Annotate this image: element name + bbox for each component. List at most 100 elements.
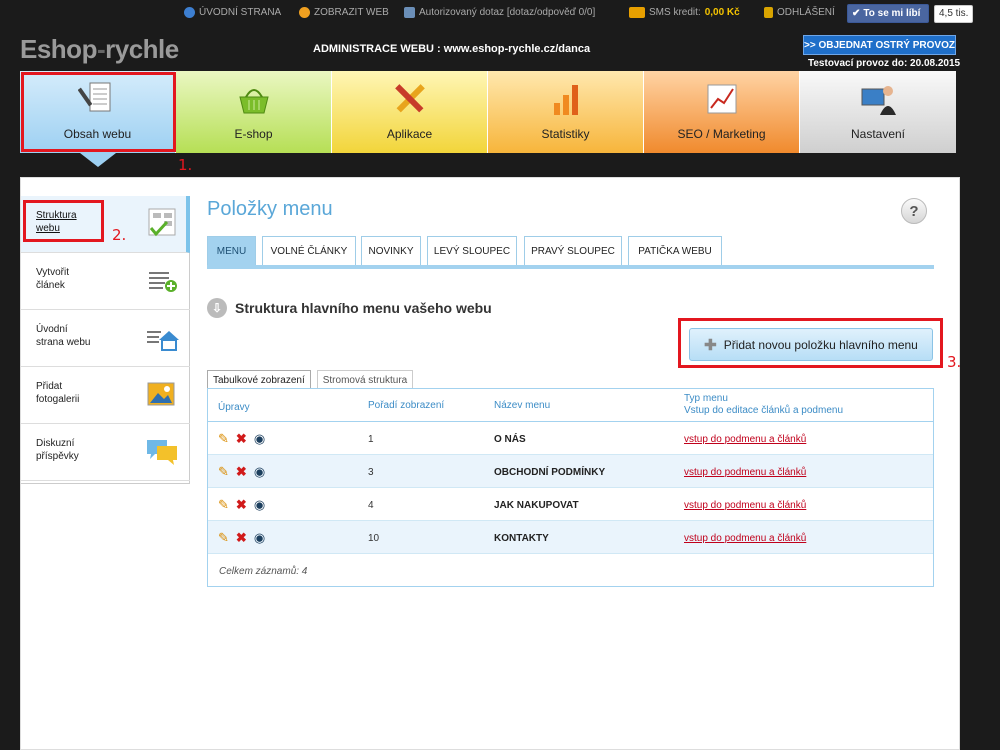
home-page-icon	[147, 331, 179, 351]
row-order: 4	[368, 500, 374, 511]
photo-gallery-icon	[147, 382, 175, 406]
annotation-box-1	[21, 72, 176, 152]
table-row: ✎ ✖ ◉ 1 O NÁS vstup do podmenu a článků	[208, 422, 933, 455]
cross-icon[interactable]: ✖	[236, 464, 247, 480]
pencil-icon[interactable]: ✎	[218, 431, 229, 447]
section-title-text: Struktura hlavního menu vašeho webu	[235, 300, 492, 316]
view-web-label: ZOBRAZIT WEB	[314, 7, 389, 18]
annotation-box-3	[678, 318, 943, 368]
row-actions: ✎ ✖ ◉	[218, 497, 272, 513]
tab-menu[interactable]: MENU	[207, 236, 256, 265]
sidebar-label-line2: strana webu	[36, 337, 91, 348]
discussion-icon	[147, 440, 177, 465]
page-title: Položky menu	[207, 198, 333, 220]
sidebar-label-line1: Diskuzní	[36, 438, 75, 449]
top-bar: ÚVODNÍ STRANA ZOBRAZIT WEB Autorizovaný …	[0, 0, 1000, 28]
row-actions: ✎ ✖ ◉	[218, 530, 272, 546]
sidebar-item-diskuzni-prispevky[interactable]: Diskuzní příspěvky	[21, 424, 190, 481]
arrow-down-icon: ⇩	[207, 298, 227, 318]
info-icon	[184, 7, 195, 18]
nav-seo-marketing[interactable]: SEO / Marketing	[644, 71, 800, 153]
menu-table: Úpravy Pořadí zobrazení Název menu Typ m…	[207, 388, 934, 587]
row-submenu-link[interactable]: vstup do podmenu a článků	[684, 434, 806, 445]
flower-icon	[299, 7, 310, 18]
tab-volne-clanky[interactable]: VOLNÉ ČLÁNKY	[262, 236, 356, 265]
header-type-line1: Typ menu	[684, 393, 728, 404]
home-link-label: ÚVODNÍ STRANA	[199, 7, 282, 18]
test-mode-text: Testovací provoz do: 20.08.2015	[808, 58, 961, 69]
table-footer: Celkem záznamů: 4	[219, 566, 308, 577]
logo-part2: rychle	[105, 34, 179, 64]
table-header: Úpravy Pořadí zobrazení Název menu Typ m…	[208, 389, 933, 422]
row-name: JAK NAKUPOVAT	[494, 500, 579, 511]
pencil-icon[interactable]: ✎	[218, 497, 229, 513]
sidebar-item-vytvorit-clanek[interactable]: Vytvořit článek	[21, 253, 190, 310]
table-row: ✎ ✖ ◉ 4 JAK NAKUPOVAT vstup do podmenu a…	[208, 488, 933, 521]
logout-link[interactable]: ODHLÁŠENÍ	[764, 7, 835, 18]
header-type: Typ menu Vstup do editace článků a podme…	[684, 393, 843, 417]
tab-pravy-sloupec[interactable]: PRAVÝ SLOUPEC	[524, 236, 622, 265]
pencil-icon[interactable]: ✎	[218, 464, 229, 480]
tab-tree-view[interactable]: Stromová struktura	[316, 370, 414, 389]
annotation-box-2	[23, 200, 104, 242]
row-name: O NÁS	[494, 434, 526, 445]
section-title: ⇩ Struktura hlavního menu vašeho webu	[207, 298, 492, 318]
tab-levy-sloupec[interactable]: LEVÝ SLOUPEC	[427, 236, 517, 265]
bar-chart-icon	[554, 85, 578, 115]
row-submenu-link[interactable]: vstup do podmenu a článků	[684, 500, 806, 511]
sidebar-label-line2: článek	[36, 280, 65, 291]
nav-eshop-label: E-shop	[234, 127, 273, 141]
row-order: 1	[368, 434, 374, 445]
cross-icon[interactable]: ✖	[236, 497, 247, 513]
sms-value: 0,00 Kč	[704, 7, 740, 18]
basket-icon	[239, 89, 269, 114]
sidebar-item-uvodni-strana[interactable]: Úvodní strana webu	[21, 310, 190, 367]
help-button[interactable]: ?	[901, 198, 927, 224]
row-order: 10	[368, 533, 380, 544]
logo[interactable]: Eshop-rychle	[20, 34, 179, 65]
eye-icon[interactable]: ◉	[254, 431, 265, 447]
header-name: Název menu	[494, 400, 551, 411]
eye-icon[interactable]: ◉	[254, 530, 265, 546]
content-tabs: MENU VOLNÉ ČLÁNKY NOVINKY LEVÝ SLOUPEC P…	[207, 236, 934, 269]
structure-icon	[148, 208, 176, 237]
pencil-icon[interactable]: ✎	[218, 530, 229, 546]
nav-aplikace-label: Aplikace	[386, 127, 433, 141]
sidebar-label-line1: Přidat	[36, 381, 63, 392]
query-link[interactable]: Autorizovaný dotaz [dotaz/odpověď 0/0]	[404, 7, 595, 18]
row-order: 3	[368, 467, 374, 478]
row-submenu-link[interactable]: vstup do podmenu a článků	[684, 533, 806, 544]
row-name: KONTAKTY	[494, 533, 549, 544]
row-submenu-link[interactable]: vstup do podmenu a článků	[684, 467, 806, 478]
speech-icon	[404, 7, 415, 18]
sidebar-item-label: Vytvořit článek	[36, 266, 116, 292]
annotation-number-3: 3.	[947, 353, 962, 371]
eye-icon[interactable]: ◉	[254, 497, 265, 513]
check-icon: ✔	[852, 8, 861, 19]
nav-aplikace[interactable]: Aplikace	[332, 71, 488, 153]
cross-icon[interactable]: ✖	[236, 530, 247, 546]
tools-icon	[395, 84, 425, 113]
home-link[interactable]: ÚVODNÍ STRANA	[184, 7, 281, 18]
nav-eshop[interactable]: E-shop	[176, 71, 332, 153]
table-row: ✎ ✖ ◉ 10 KONTAKTY vstup do podmenu a člá…	[208, 521, 933, 554]
view-tabs: Tabulkové zobrazení Stromová struktura	[207, 370, 419, 389]
like-button[interactable]: ✔ To se mi líbí	[847, 4, 929, 23]
like-label: To se mi líbí	[863, 8, 921, 19]
nav-nastaveni[interactable]: Nastavení	[800, 71, 956, 153]
add-article-icon	[149, 272, 177, 292]
eye-icon[interactable]: ◉	[254, 464, 265, 480]
admin-title: ADMINISTRACE WEBU : www.eshop-rychle.cz/…	[313, 43, 591, 55]
tab-paticka-webu[interactable]: PATIČKA WEBU	[628, 236, 722, 265]
nav-statistiky[interactable]: Statistiky	[488, 71, 644, 153]
sidebar-label-line2: fotogalerii	[36, 394, 80, 405]
tab-table-view[interactable]: Tabulkové zobrazení	[207, 370, 311, 389]
sidebar-label-line1: Úvodní	[36, 324, 68, 335]
table-row: ✎ ✖ ◉ 3 OBCHODNÍ PODMÍNKY vstup do podme…	[208, 455, 933, 488]
tab-novinky[interactable]: NOVINKY	[361, 236, 421, 265]
order-live-button[interactable]: >> OBJEDNAT OSTRÝ PROVOZ	[803, 35, 956, 55]
cross-icon[interactable]: ✖	[236, 431, 247, 447]
view-web-link[interactable]: ZOBRAZIT WEB	[299, 7, 389, 18]
sidebar-item-pridat-fotogalerii[interactable]: Přidat fotogalerii	[21, 367, 190, 424]
like-count: 4,5 tis.	[934, 5, 974, 23]
